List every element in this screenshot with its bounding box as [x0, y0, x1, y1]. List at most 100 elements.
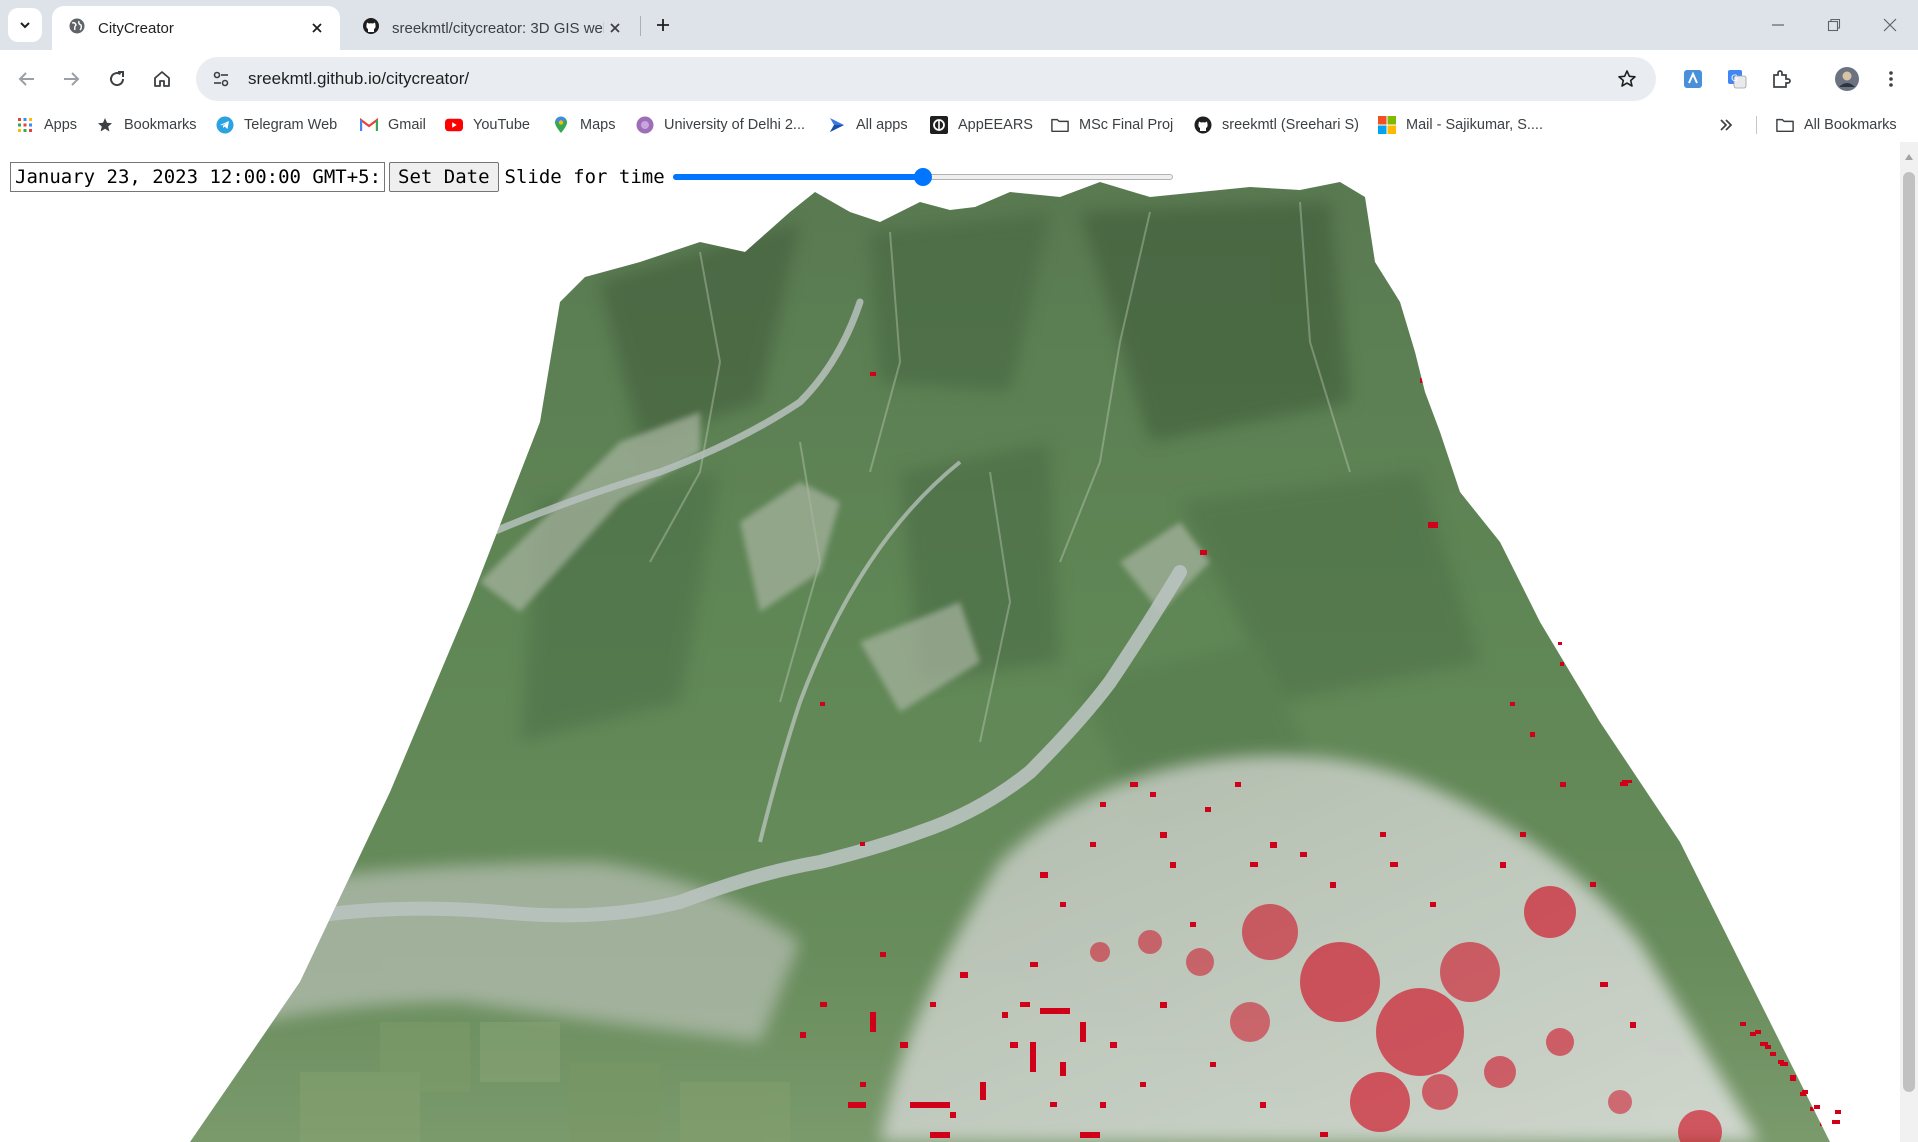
restore-icon — [1827, 18, 1841, 32]
bookmark-label: MSc Final Proj — [1079, 117, 1174, 133]
power-apps-icon — [828, 116, 846, 134]
bookmark-label: Apps — [44, 117, 78, 133]
bookmark-label: Gmail — [388, 117, 426, 133]
triangle-up-icon — [1905, 154, 1913, 160]
bookmark-telegram-web[interactable]: Telegram Web — [216, 112, 337, 138]
bookmark-github-profile[interactable]: sreekmtl (Sreehari S) — [1194, 112, 1359, 138]
bookmark-separator — [1756, 116, 1757, 134]
telegram-icon — [216, 116, 234, 134]
bookmark-msc-final-proj[interactable]: MSc Final Proj — [1051, 112, 1173, 138]
bookmark-all-bookmarks[interactable]: All Bookmarks — [1776, 112, 1897, 138]
slider-fill — [672, 174, 923, 180]
folder-icon — [1051, 116, 1069, 134]
chevron-down-icon — [20, 22, 30, 29]
more-bookmarks-button[interactable] — [1718, 112, 1734, 138]
tab-strip: CityCreator sreekmtl/citycreator: 3D GIS… — [0, 0, 1918, 50]
home-button[interactable] — [145, 62, 179, 96]
bookmarks-bar: Apps Bookmarks Telegram Web Gmail YouTub… — [0, 108, 1918, 142]
tab-citycreator[interactable]: CityCreator — [52, 6, 340, 50]
plus-icon — [657, 19, 669, 31]
profile-avatar[interactable] — [1830, 62, 1864, 96]
tab-search-button[interactable] — [8, 8, 42, 42]
close-icon[interactable] — [306, 17, 328, 39]
bookmark-label: University of Delhi 2... — [664, 117, 806, 133]
arrow-right-icon — [64, 72, 80, 86]
bookmark-all-apps[interactable]: All apps — [828, 112, 908, 138]
close-icon[interactable] — [604, 17, 626, 39]
scrollbar-thumb[interactable] — [1903, 172, 1915, 1092]
puzzle-icon — [1773, 70, 1791, 88]
gmail-icon — [360, 116, 378, 134]
bookmark-label: sreekmtl (Sreehari S) — [1222, 117, 1359, 133]
bookmark-label: AppEEARS — [958, 117, 1033, 133]
restore-button[interactable] — [1814, 8, 1854, 42]
svg-text:G: G — [1731, 74, 1738, 84]
github-icon — [362, 17, 380, 39]
minimize-icon — [1772, 24, 1784, 26]
browser-toolbar: sreekmtl.github.io/citycreator/ G — [0, 50, 1918, 108]
reload-button[interactable] — [100, 62, 134, 96]
avatar-icon — [1835, 67, 1859, 91]
bookmark-bookmarks[interactable]: Bookmarks — [96, 112, 197, 138]
tab-title: CityCreator — [98, 19, 174, 37]
bookmark-apps[interactable]: Apps — [16, 112, 77, 138]
tab-title: sreekmtl/citycreator: 3D GIS web — [392, 19, 604, 37]
bookmark-appeears[interactable]: AppEEARS — [930, 112, 1033, 138]
app-extension-icon — [1684, 70, 1702, 88]
star-icon — [96, 116, 114, 134]
set-date-button[interactable]: Set Date — [389, 162, 499, 192]
appeears-icon — [930, 116, 948, 134]
tab-github-repo[interactable]: sreekmtl/citycreator: 3D GIS web — [346, 6, 638, 50]
bookmark-label: All Bookmarks — [1804, 117, 1897, 133]
bookmark-star-button[interactable] — [1610, 62, 1644, 96]
bookmark-university[interactable]: University of Delhi 2... — [636, 112, 805, 138]
youtube-icon — [445, 116, 463, 134]
globe-icon — [68, 17, 86, 39]
close-icon — [1883, 18, 1897, 32]
new-tab-button[interactable] — [648, 10, 678, 40]
bookmark-label: All apps — [856, 117, 908, 133]
minimize-button[interactable] — [1758, 8, 1798, 42]
slider-label: Slide for time — [504, 166, 665, 188]
tab-separator — [640, 16, 641, 36]
translate-icon: G — [1728, 70, 1747, 89]
address-bar[interactable]: sreekmtl.github.io/citycreator/ — [196, 57, 1656, 101]
page-scrollbar[interactable] — [1900, 142, 1918, 1142]
url-text[interactable]: sreekmtl.github.io/citycreator/ — [248, 69, 1610, 89]
time-controls: Set Date Slide for time — [10, 162, 1173, 192]
bookmark-label: YouTube — [473, 117, 530, 133]
bookmark-youtube[interactable]: YouTube — [445, 112, 530, 138]
bookmark-maps[interactable]: Maps — [552, 112, 615, 138]
back-button[interactable] — [10, 62, 44, 96]
double-chevron-right-icon — [1720, 119, 1733, 131]
site-info-button[interactable] — [204, 62, 238, 96]
more-vertical-icon — [1889, 71, 1893, 87]
time-slider[interactable] — [672, 167, 1173, 187]
date-input[interactable] — [10, 162, 385, 192]
home-icon — [154, 71, 170, 87]
scroll-up-arrow[interactable] — [1900, 150, 1918, 164]
tune-icon — [213, 71, 229, 87]
page-content: Set Date Slide for time — [0, 142, 1900, 1142]
bookmark-gmail[interactable]: Gmail — [360, 112, 426, 138]
bookmark-mail[interactable]: Mail - Sajikumar, S.... — [1378, 112, 1543, 138]
apps-grid-icon — [16, 116, 34, 134]
bookmark-label: Bookmarks — [124, 117, 197, 133]
reload-icon — [110, 71, 125, 87]
maps-pin-icon — [552, 116, 570, 134]
extensions-button[interactable] — [1764, 62, 1798, 96]
microsoft-icon — [1378, 116, 1396, 134]
forward-button[interactable] — [54, 62, 88, 96]
bookmark-label: Mail - Sajikumar, S.... — [1406, 117, 1543, 133]
terrain-3d-view[interactable] — [0, 142, 1900, 1142]
university-icon — [636, 116, 654, 134]
menu-button[interactable] — [1874, 62, 1908, 96]
star-outline-icon — [1618, 70, 1636, 87]
folder-icon — [1776, 116, 1794, 134]
slider-thumb[interactable] — [913, 168, 932, 186]
github-icon — [1194, 116, 1212, 134]
extension-button[interactable] — [1676, 62, 1710, 96]
translate-extension-button[interactable]: G — [1720, 62, 1754, 96]
bookmark-label: Telegram Web — [244, 117, 338, 133]
close-window-button[interactable] — [1870, 8, 1910, 42]
